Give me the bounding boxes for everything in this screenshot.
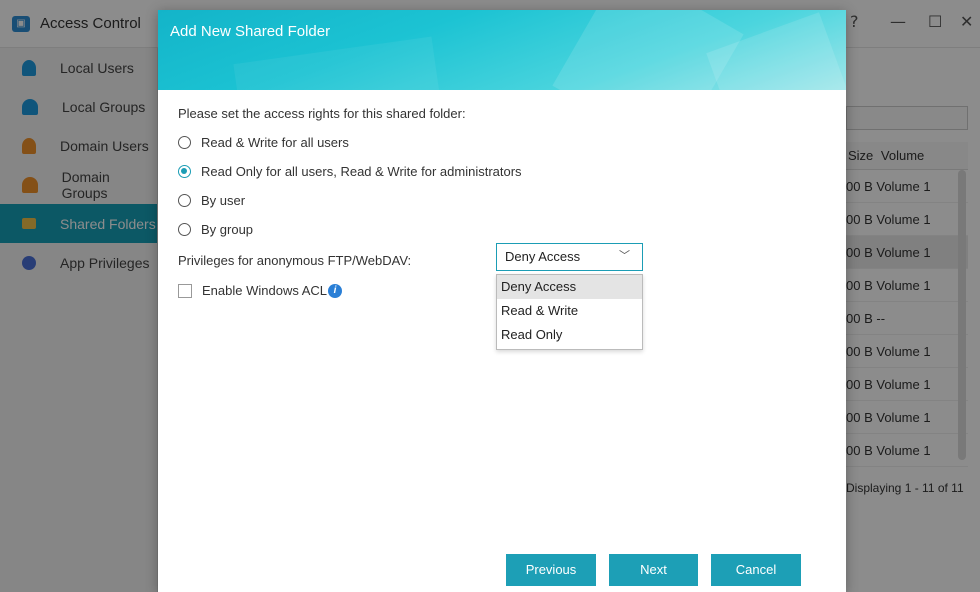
chevron-down-icon: ﹀: [619, 250, 630, 262]
option-label: Read & Write for all users: [201, 135, 349, 150]
dialog-body: Please set the access rights for this sh…: [178, 106, 643, 350]
option-label: By group: [201, 222, 254, 237]
access-rights-prompt: Please set the access rights for this sh…: [178, 106, 466, 121]
previous-button[interactable]: Previous: [506, 554, 596, 586]
radio-button[interactable]: [178, 136, 191, 149]
dropdown-option-read-only[interactable]: Read Only: [497, 323, 642, 347]
option-label: By user: [201, 193, 246, 208]
anonymous-privileges-label: Privileges for anonymous FTP/WebDAV:: [178, 253, 412, 268]
radio-button[interactable]: [178, 223, 191, 236]
next-button[interactable]: Next: [609, 554, 698, 586]
anonymous-privileges-select[interactable]: Deny Access ﹀: [496, 243, 643, 271]
radio-button[interactable]: [178, 165, 191, 178]
option-read-write-all[interactable]: Read & Write for all users: [178, 135, 349, 150]
dropdown-option-read-write[interactable]: Read & Write: [497, 299, 642, 323]
dialog-title: Add New Shared Folder: [170, 23, 331, 40]
anonymous-privileges-dropdown: Deny Access Read & Write Read Only: [496, 274, 643, 350]
windows-acl-checkbox[interactable]: [178, 283, 192, 298]
option-by-group[interactable]: By group: [178, 222, 253, 237]
option-read-only-all[interactable]: Read Only for all users, Read & Write fo…: [178, 164, 522, 179]
radio-button[interactable]: [178, 194, 191, 207]
dropdown-option-deny-access[interactable]: Deny Access: [497, 275, 642, 299]
select-value: Deny Access: [505, 249, 581, 264]
info-icon[interactable]: i: [328, 283, 343, 298]
windows-acl-label: Enable Windows ACL: [202, 283, 328, 298]
option-label: Read Only for all users, Read & Write fo…: [201, 164, 522, 179]
option-by-user[interactable]: By user: [178, 193, 245, 208]
windows-acl-row[interactable]: Enable Windows ACL i: [178, 283, 343, 298]
header-decoration: [233, 36, 443, 90]
header-decoration: [706, 12, 846, 90]
add-shared-folder-dialog: Add New Shared Folder Please set the acc…: [158, 10, 846, 592]
cancel-button[interactable]: Cancel: [711, 554, 801, 586]
dialog-header: Add New Shared Folder: [158, 10, 846, 90]
